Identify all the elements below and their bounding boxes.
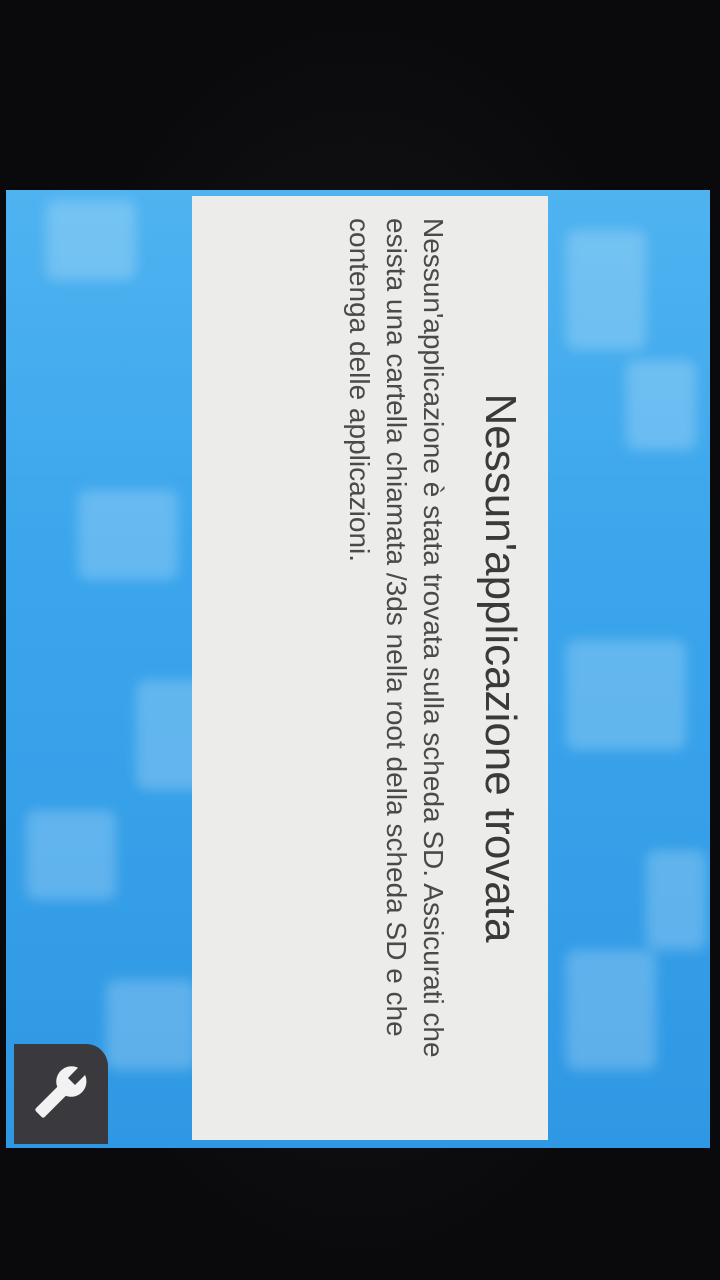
settings-button[interactable]	[14, 1044, 108, 1144]
background-tile	[46, 200, 136, 280]
error-dialog-content: Nessun'applicazione trovata Nessun'appli…	[192, 196, 548, 1140]
background-tile	[646, 850, 706, 950]
background-tile	[106, 980, 196, 1070]
background-tile	[78, 490, 178, 580]
dialog-message: Nessun'applicazione è stata trovata sull…	[344, 218, 449, 1058]
error-dialog: Nessun'applicazione trovata Nessun'appli…	[192, 196, 548, 1140]
background-tile	[566, 640, 686, 750]
dialog-title: Nessun'applicazione trovata	[476, 393, 525, 943]
device-bezel: Nessun'applicazione trovata Nessun'appli…	[0, 0, 720, 1280]
background-tile	[626, 360, 696, 450]
background-tile	[26, 810, 116, 900]
background-tile	[566, 230, 646, 350]
background-tile	[566, 950, 656, 1070]
bottom-screen: Nessun'applicazione trovata Nessun'appli…	[6, 190, 710, 1148]
wrench-icon	[33, 1064, 89, 1125]
